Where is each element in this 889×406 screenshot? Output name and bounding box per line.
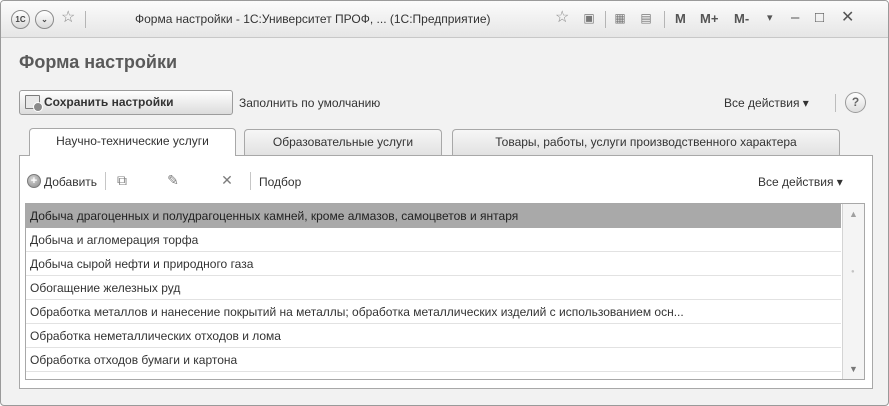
list-item[interactable]: Добыча драгоценных и полудрагоценных кам… bbox=[26, 204, 841, 228]
memory-m-minus-button[interactable]: M- bbox=[734, 11, 749, 26]
toolbar-separator bbox=[105, 172, 106, 190]
scroll-down-icon[interactable]: ▼ bbox=[843, 361, 864, 377]
tab-production-goods[interactable]: Товары, работы, услуги производственного… bbox=[452, 129, 840, 155]
panel-all-actions-menu[interactable]: Все действия ▾ bbox=[758, 175, 843, 189]
favorite-add-icon[interactable]: ☆ bbox=[555, 8, 569, 28]
tab-scientific-services[interactable]: Научно-технические услуги bbox=[29, 128, 236, 156]
list-item[interactable]: Добыча и агломерация торфа bbox=[26, 228, 841, 252]
window-title: Форма настройки - 1С:Университет ПРОФ, .… bbox=[135, 12, 491, 26]
app-window: 1C ⌄ ☆ Форма настройки - 1С:Университет … bbox=[0, 0, 889, 406]
calendar-icon[interactable]: ▤ bbox=[638, 10, 654, 27]
help-button[interactable]: ? bbox=[845, 92, 866, 113]
selection-button[interactable]: Подбор bbox=[259, 175, 301, 189]
delete-icon[interactable]: ✕ bbox=[218, 171, 236, 189]
activity-list[interactable]: Добыча драгоценных и полудрагоценных кам… bbox=[25, 203, 865, 380]
tab-educational-services[interactable]: Образовательные услуги bbox=[244, 129, 442, 155]
copy-icon[interactable]: ⧉ bbox=[113, 171, 131, 189]
title-separator bbox=[605, 11, 606, 28]
menu-circle-icon[interactable]: ⌄ bbox=[35, 10, 54, 29]
list-item[interactable]: Обогащение железных руд bbox=[26, 276, 841, 300]
title-separator bbox=[85, 11, 86, 28]
list-scrollbar[interactable]: ▲ ● ▼ bbox=[842, 204, 864, 379]
bookmark-icon[interactable]: ▣ bbox=[581, 10, 597, 27]
maximize-icon[interactable]: □ bbox=[815, 8, 824, 28]
favorite-star-icon[interactable]: ☆ bbox=[61, 8, 75, 28]
scroll-thumb[interactable]: ● bbox=[851, 269, 855, 275]
memory-m-plus-button[interactable]: M+ bbox=[700, 11, 718, 26]
edit-pencil-icon[interactable]: ✎ bbox=[164, 171, 182, 189]
scroll-up-icon[interactable]: ▲ bbox=[843, 206, 864, 222]
toolbar-separator bbox=[250, 172, 251, 190]
memory-m-button[interactable]: M bbox=[675, 11, 686, 26]
add-icon: + bbox=[27, 174, 41, 188]
save-settings-label: Сохранить настройки bbox=[44, 95, 174, 109]
list-item[interactable]: Добыча сырой нефти и природного газа bbox=[26, 252, 841, 276]
page-title: Форма настройки bbox=[19, 52, 178, 72]
title-separator bbox=[664, 11, 665, 28]
calculator-icon[interactable]: ▦ bbox=[612, 10, 628, 27]
add-button[interactable]: Добавить bbox=[44, 175, 97, 189]
list-item[interactable]: Обработка металлов и нанесение покрытий … bbox=[26, 300, 841, 324]
close-icon[interactable]: ✕ bbox=[841, 8, 854, 28]
app-logo-icon[interactable]: 1C bbox=[11, 10, 30, 29]
fill-default-button[interactable]: Заполнить по умолчанию bbox=[239, 96, 380, 110]
title-bar: 1C ⌄ ☆ Форма настройки - 1С:Университет … bbox=[1, 1, 888, 38]
minimize-icon[interactable]: – bbox=[791, 8, 799, 28]
list-item[interactable]: Обработка неметаллических отходов и лома bbox=[26, 324, 841, 348]
chevron-down-icon[interactable]: ▾ bbox=[767, 8, 773, 28]
save-settings-button[interactable]: Сохранить настройки bbox=[19, 90, 233, 115]
save-settings-icon bbox=[25, 95, 43, 112]
list-item[interactable]: Обработка отходов бумаги и картона bbox=[26, 348, 841, 372]
toolbar-separator bbox=[835, 94, 836, 112]
all-actions-menu[interactable]: Все действия ▾ bbox=[724, 96, 809, 110]
